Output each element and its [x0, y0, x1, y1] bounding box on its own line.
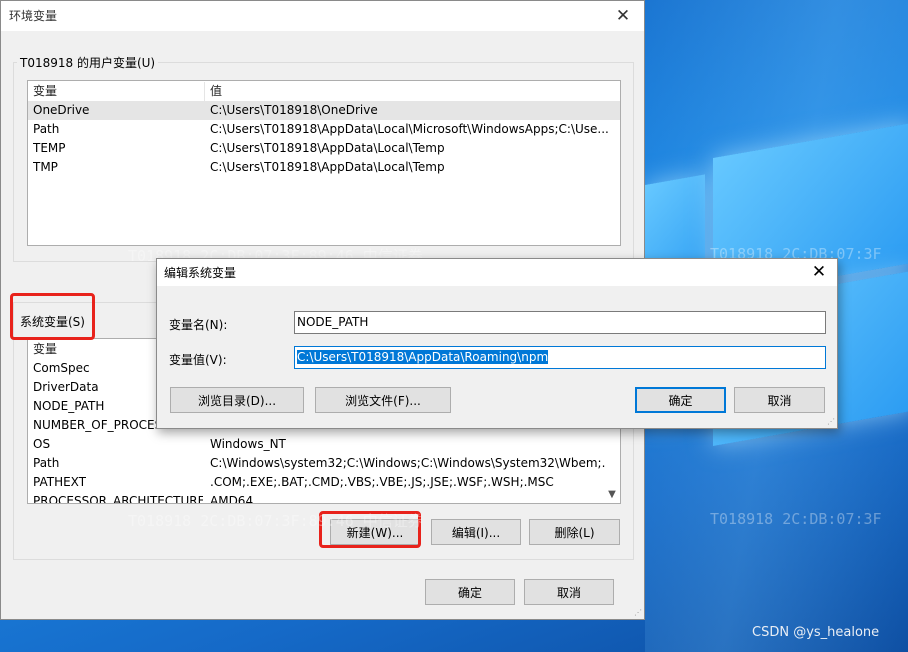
- browse-file-button[interactable]: 浏览文件(F)...: [315, 387, 451, 413]
- watermark: T018918 2C:DB:07:3F:89:46 中信证券: [128, 512, 423, 530]
- variable-value: C:\Users\T018918\AppData\Local\Microsoft…: [210, 122, 609, 136]
- table-row[interactable]: PROCESSOR_ARCHITECTURE AMD64: [28, 492, 620, 504]
- variable-name: TMP: [33, 160, 58, 174]
- variable-value: C:\Users\T018918\OneDrive: [210, 103, 378, 117]
- user-variables-label: T018918 的用户变量(U): [17, 54, 159, 71]
- dialog-titlebar: 编辑系统变量 ✕: [157, 259, 837, 286]
- variable-value: .COM;.EXE;.BAT;.CMD;.VBS;.VBE;.JS;.JSE;.…: [210, 475, 554, 489]
- variable-name: NODE_PATH: [33, 399, 105, 413]
- table-row[interactable]: TEMP C:\Users\T018918\AppData\Local\Temp: [28, 139, 620, 158]
- variable-name: TEMP: [33, 141, 66, 155]
- variable-value-field[interactable]: C:\Users\T018918\AppData\Roaming\npm: [294, 346, 826, 369]
- variable-value: Windows_NT: [210, 437, 286, 451]
- variable-name: DriverData: [33, 380, 99, 394]
- browse-directory-button[interactable]: 浏览目录(D)...: [170, 387, 304, 413]
- variable-name: PROCESSOR_ARCHITECTURE: [33, 494, 203, 504]
- column-header-name[interactable]: 变量: [33, 82, 57, 101]
- dialog-title: 编辑系统变量: [164, 266, 237, 280]
- table-row[interactable]: OneDrive C:\Users\T018918\OneDrive: [28, 101, 620, 120]
- ok-button[interactable]: 确定: [425, 579, 515, 605]
- dialog-titlebar: 环境变量 ✕: [1, 1, 644, 31]
- variable-value: C:\Users\T018918\AppData\Local\Temp: [210, 141, 445, 155]
- table-row[interactable]: PATHEXT .COM;.EXE;.BAT;.CMD;.VBS;.VBE;.J…: [28, 473, 620, 492]
- variable-name: OS: [33, 437, 51, 451]
- close-icon[interactable]: ✕: [807, 260, 831, 284]
- variable-value: C:\Users\T018918\AppData\Local\Temp: [210, 160, 445, 174]
- column-header-name[interactable]: 变量: [33, 340, 57, 359]
- variable-name: PATHEXT: [33, 475, 87, 489]
- selected-value-text: C:\Users\T018918\AppData\Roaming\npm: [297, 350, 549, 364]
- variable-value: AMD64: [210, 494, 254, 504]
- resize-grip-icon[interactable]: ⋰: [634, 608, 644, 618]
- table-row[interactable]: TMP C:\Users\T018918\AppData\Local\Temp: [28, 158, 620, 177]
- edit-button[interactable]: 编辑(I)...: [431, 519, 521, 545]
- table-row[interactable]: Path C:\Windows\system32;C:\Windows;C:\W…: [28, 454, 620, 473]
- variable-name: Path: [33, 456, 60, 470]
- table-row[interactable]: Path C:\Users\T018918\AppData\Local\Micr…: [28, 120, 620, 139]
- close-icon[interactable]: ✕: [610, 3, 636, 29]
- csdn-credit: CSDN @ys_healone: [752, 625, 880, 640]
- cancel-button[interactable]: 取消: [734, 387, 825, 413]
- list-header: 变量 值: [28, 82, 620, 101]
- table-row[interactable]: OS Windows_NT: [28, 435, 620, 454]
- edit-system-variable-dialog: 编辑系统变量 ✕ 变量名(N): NODE_PATH 变量值(V): C:\Us…: [156, 258, 838, 429]
- variable-name-field[interactable]: NODE_PATH: [294, 311, 826, 334]
- variable-name: Path: [33, 122, 60, 136]
- variable-value-label: 变量值(V):: [169, 353, 227, 367]
- dialog-title: 环境变量: [9, 9, 58, 23]
- variable-name: OneDrive: [33, 103, 90, 117]
- chevron-down-icon[interactable]: ▼: [604, 486, 620, 502]
- delete-button[interactable]: 删除(L): [529, 519, 620, 545]
- cancel-button[interactable]: 取消: [524, 579, 614, 605]
- variable-name: ComSpec: [33, 361, 90, 375]
- variable-value: C:\Windows\system32;C:\Windows;C:\Window…: [210, 456, 605, 470]
- watermark: T018918 2C:DB:07:3F: [710, 510, 882, 528]
- variable-name-label: 变量名(N):: [169, 318, 228, 332]
- highlight-box-system-label: [10, 293, 95, 340]
- ok-button[interactable]: 确定: [635, 387, 726, 413]
- resize-grip-icon[interactable]: ⋰: [827, 417, 837, 427]
- user-variables-list[interactable]: 变量 值 OneDrive C:\Users\T018918\OneDrive …: [27, 80, 621, 246]
- column-header-value[interactable]: 值: [210, 82, 222, 101]
